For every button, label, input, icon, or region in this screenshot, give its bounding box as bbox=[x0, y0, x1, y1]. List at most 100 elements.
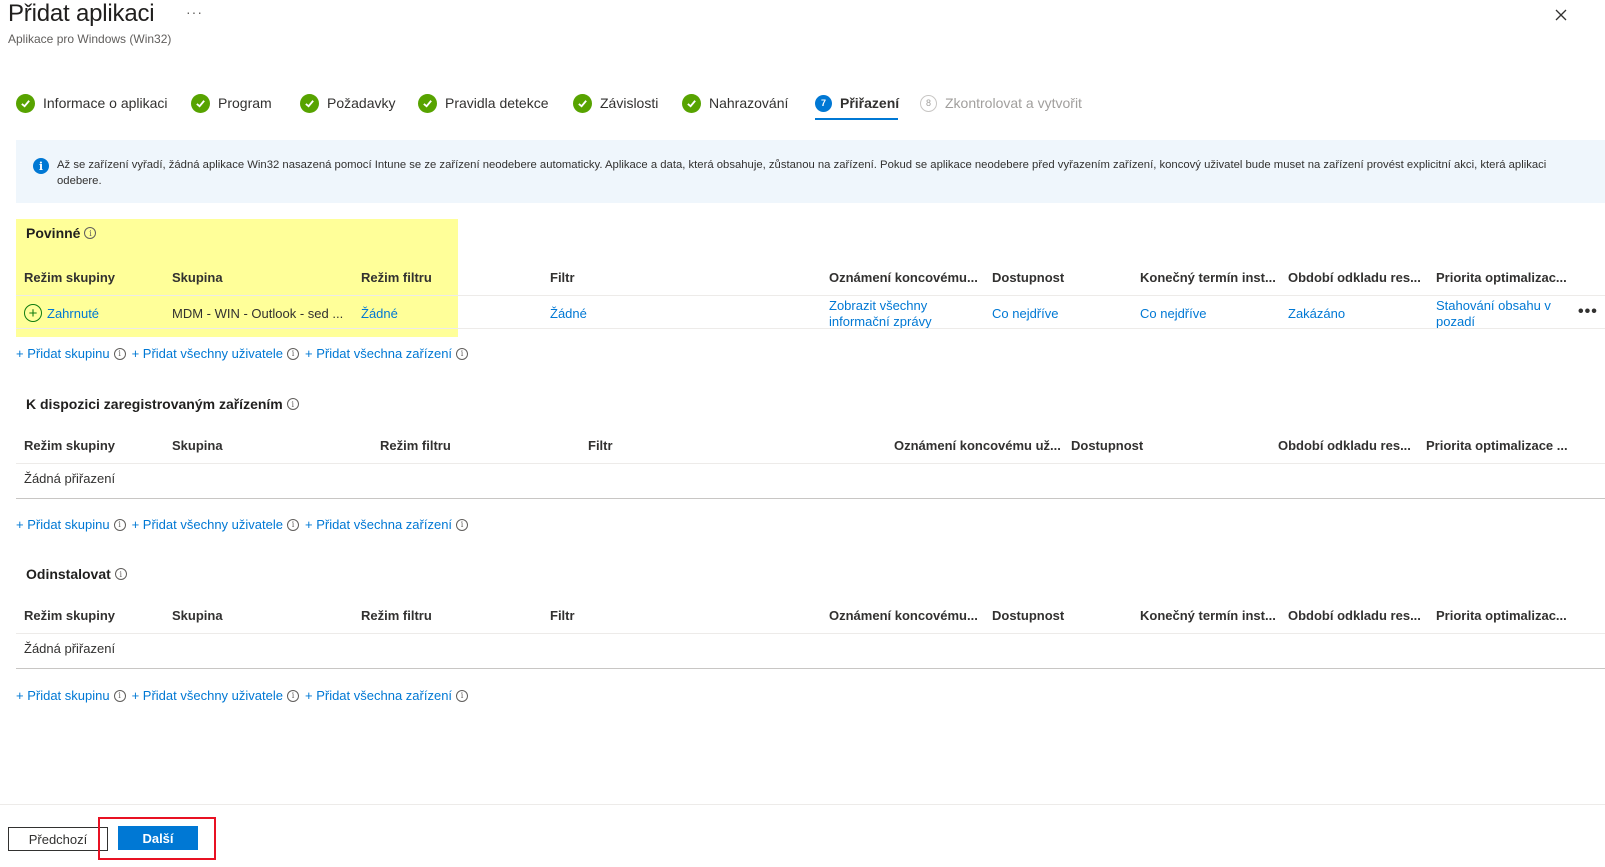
grace-period-link[interactable]: Zakázáno bbox=[1288, 306, 1345, 321]
step-requirements[interactable]: Požadavky bbox=[300, 90, 395, 116]
info-icon[interactable]: i bbox=[114, 568, 127, 580]
page-subtitle: Aplikace pro Windows (Win32) bbox=[8, 32, 172, 46]
column-header[interactable]: Oznámení koncovému... bbox=[829, 270, 978, 285]
check-icon bbox=[682, 93, 701, 113]
column-header[interactable]: Konečný termín inst... bbox=[1140, 270, 1276, 285]
more-options-icon[interactable]: ··· bbox=[186, 4, 203, 20]
step-label: Zkontrolovat a vytvořit bbox=[945, 95, 1082, 111]
info-icon[interactable]: i bbox=[113, 347, 126, 360]
info-icon[interactable]: i bbox=[456, 518, 469, 531]
column-header[interactable]: Dostupnost bbox=[992, 270, 1064, 285]
check-icon bbox=[16, 93, 35, 113]
column-header[interactable]: Priorita optimalizace ... bbox=[1426, 438, 1568, 453]
column-header[interactable]: Režim skupiny bbox=[24, 608, 115, 623]
column-header[interactable]: Oznámení koncovému... bbox=[829, 608, 978, 623]
divider bbox=[16, 498, 1605, 499]
column-header[interactable]: Režim filtru bbox=[361, 608, 432, 623]
footer-divider bbox=[0, 804, 1605, 805]
section-title-uninstall: Odinstalovat i bbox=[26, 566, 127, 582]
notifications-link[interactable]: Zobrazit všechny informační zprávy bbox=[829, 298, 969, 328]
column-header[interactable]: Režim skupiny bbox=[24, 270, 115, 285]
column-header[interactable]: Priorita optimalizac... bbox=[1436, 608, 1567, 623]
info-icon[interactable]: i bbox=[286, 689, 299, 702]
section-title-text: K dispozici zaregistrovaným zařízením bbox=[26, 396, 283, 412]
filter-link[interactable]: Žádné bbox=[550, 306, 587, 321]
group-name: MDM - WIN - Outlook - sed ... bbox=[172, 306, 344, 321]
step-label: Pravidla detekce bbox=[445, 95, 549, 111]
section-title-text: Povinné bbox=[26, 225, 81, 241]
add-links-available: + Přidat skupinu i + Přidat všechny uživa… bbox=[16, 517, 474, 532]
add-all-devices-link[interactable]: + Přidat všechna zařízení bbox=[305, 346, 452, 361]
row-more-icon[interactable]: ••• bbox=[1578, 303, 1598, 321]
previous-button[interactable]: Předchozí bbox=[8, 827, 108, 851]
filter-mode-link[interactable]: Žádné bbox=[361, 306, 398, 321]
step-label: Závislosti bbox=[600, 95, 659, 111]
info-icon[interactable]: i bbox=[286, 398, 299, 410]
column-header[interactable]: Skupina bbox=[172, 608, 223, 623]
info-icon[interactable]: i bbox=[456, 689, 469, 702]
column-header[interactable]: Režim filtru bbox=[380, 438, 451, 453]
column-header[interactable]: Konečný termín inst... bbox=[1140, 608, 1276, 623]
column-header[interactable]: Období odkladu res... bbox=[1288, 608, 1421, 623]
column-header[interactable]: Filtr bbox=[550, 270, 575, 285]
column-header[interactable]: Dostupnost bbox=[1071, 438, 1143, 453]
step-label: Nahrazování bbox=[709, 95, 789, 111]
add-all-devices-link[interactable]: + Přidat všechna zařízení bbox=[305, 688, 452, 703]
column-header[interactable]: Skupina bbox=[172, 438, 223, 453]
info-icon[interactable]: i bbox=[286, 518, 299, 531]
step-label: Program bbox=[218, 95, 272, 111]
step-label: Informace o aplikaci bbox=[43, 95, 168, 111]
column-header[interactable]: Skupina bbox=[172, 270, 223, 285]
info-icon[interactable]: i bbox=[113, 689, 126, 702]
add-all-devices-link[interactable]: + Přidat všechna zařízení bbox=[305, 517, 452, 532]
deadline-link[interactable]: Co nejdříve bbox=[1140, 306, 1206, 321]
availability-link[interactable]: Co nejdříve bbox=[992, 306, 1058, 321]
add-group-link[interactable]: + Přidat skupinu bbox=[16, 346, 110, 361]
check-icon bbox=[300, 93, 319, 113]
step-dependencies[interactable]: Závislosti bbox=[573, 90, 658, 116]
group-mode-link[interactable]: + Zahrnuté bbox=[24, 304, 99, 322]
add-circle-icon: + bbox=[24, 304, 42, 322]
info-icon[interactable]: i bbox=[286, 347, 299, 360]
column-header[interactable]: Oznámení koncovému už... bbox=[894, 438, 1061, 453]
info-icon[interactable]: i bbox=[456, 347, 469, 360]
empty-state: Žádná přiřazení bbox=[24, 641, 116, 656]
step-supersedence[interactable]: Nahrazování bbox=[682, 90, 788, 116]
column-header[interactable]: Filtr bbox=[588, 438, 613, 453]
check-icon bbox=[191, 93, 210, 113]
section-title-available: K dispozici zaregistrovaným zařízením i bbox=[26, 396, 299, 412]
column-header[interactable]: Režim filtru bbox=[361, 270, 432, 285]
column-header[interactable]: Režim skupiny bbox=[24, 438, 115, 453]
priority-link[interactable]: Stahování obsahu v pozadí bbox=[1436, 298, 1561, 328]
close-icon[interactable] bbox=[1550, 4, 1572, 26]
add-all-users-link[interactable]: + Přidat všechny uživatele bbox=[132, 517, 283, 532]
column-header[interactable]: Filtr bbox=[550, 608, 575, 623]
page-title: Přidat aplikaci bbox=[8, 0, 155, 27]
empty-state: Žádná přiřazení bbox=[24, 471, 116, 486]
divider bbox=[16, 633, 1605, 634]
add-all-users-link[interactable]: + Přidat všechny uživatele bbox=[132, 688, 283, 703]
step-app-info[interactable]: Informace o aplikaci bbox=[16, 90, 168, 116]
step-label: Požadavky bbox=[327, 95, 396, 111]
divider bbox=[16, 295, 1605, 296]
step-detection-rules[interactable]: Pravidla detekce bbox=[418, 90, 549, 116]
column-header[interactable]: Priorita optimalizac... bbox=[1436, 270, 1567, 285]
divider bbox=[16, 328, 1605, 329]
divider bbox=[16, 668, 1605, 669]
info-icon[interactable]: i bbox=[84, 227, 97, 239]
column-header[interactable]: Dostupnost bbox=[992, 608, 1064, 623]
add-group-link[interactable]: + Přidat skupinu bbox=[16, 688, 110, 703]
step-number: 8 bbox=[920, 94, 937, 112]
add-group-link[interactable]: + Přidat skupinu bbox=[16, 517, 110, 532]
section-title-text: Odinstalovat bbox=[26, 566, 111, 582]
annotation-box bbox=[98, 817, 216, 860]
column-header[interactable]: Období odkladu res... bbox=[1288, 270, 1421, 285]
info-icon[interactable]: i bbox=[113, 518, 126, 531]
add-all-users-link[interactable]: + Přidat všechny uživatele bbox=[132, 346, 283, 361]
column-header[interactable]: Období odkladu res... bbox=[1278, 438, 1411, 453]
group-mode-value: Zahrnuté bbox=[47, 305, 100, 321]
step-number: 7 bbox=[815, 94, 832, 112]
check-icon bbox=[418, 93, 437, 113]
step-assignments[interactable]: 7 Přiřazení bbox=[815, 90, 899, 116]
step-program[interactable]: Program bbox=[191, 90, 272, 116]
